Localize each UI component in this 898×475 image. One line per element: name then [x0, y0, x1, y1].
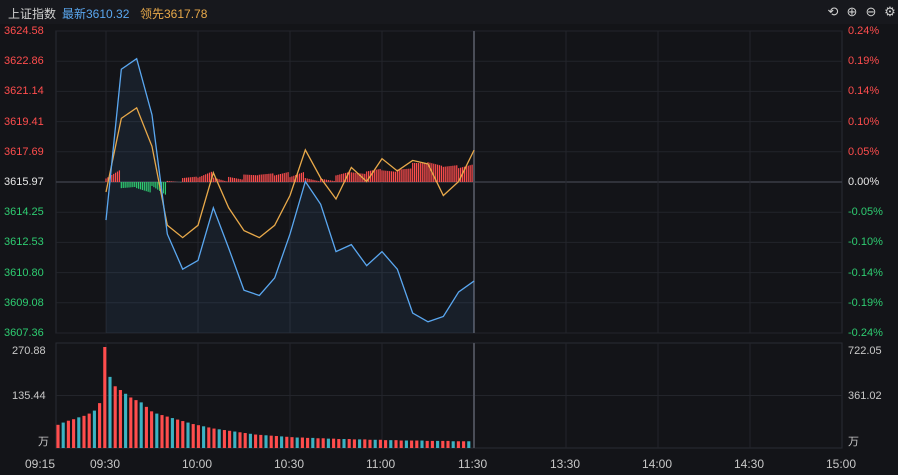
price-tick-label-right: 0.14%: [848, 85, 880, 98]
time-tick-label: 14:30: [734, 457, 765, 471]
time-tick-label: 09:30: [90, 457, 121, 471]
volume-tick-label-right: 722.05: [848, 345, 882, 357]
price-tick-label-left: 3619.41: [4, 115, 44, 128]
volume-tick-label-left: 万: [38, 436, 49, 448]
time-tick-label: 10:30: [274, 457, 305, 471]
volume-tick-label-left: 270.88: [12, 345, 46, 357]
price-tick-label-right: -0.14%: [848, 266, 883, 279]
price-tick-label-left: 3609.08: [4, 296, 44, 309]
time-tick-label: 15:00: [826, 457, 857, 471]
price-tick-label-right: -0.05%: [848, 206, 883, 219]
time-tick-label: 13:30: [550, 457, 581, 471]
price-tick-label-left: 3617.69: [4, 145, 44, 158]
time-tick-label: 09:15: [25, 457, 56, 471]
volume-tick-label-left: 135.44: [12, 389, 46, 402]
time-tick-label: 11:30: [458, 457, 488, 471]
time-tick-label: 10:00: [182, 457, 213, 471]
price-tick-label-left: 3607.36: [4, 327, 44, 339]
price-tick-label-left: 3614.25: [4, 206, 44, 219]
price-tick-label-right: -0.19%: [848, 296, 883, 309]
price-tick-label-right: 0.19%: [848, 55, 880, 68]
price-tick-label-left: 3621.14: [4, 85, 44, 98]
volume-tick-label-right: 361.02: [848, 389, 882, 402]
intraday-chart[interactable]: [0, 0, 898, 475]
price-tick-label-left: 3622.86: [4, 55, 44, 68]
time-tick-label: 11:00: [366, 457, 396, 471]
price-tick-label-right: -0.24%: [848, 327, 883, 339]
price-tick-label-right: 0.10%: [848, 115, 880, 128]
price-tick-label-right: 0.24%: [848, 25, 880, 37]
price-tick-label-right: 0.05%: [848, 145, 880, 158]
price-tick-label-left: 3615.97: [4, 176, 44, 188]
price-tick-label-left: 3612.53: [4, 236, 44, 249]
price-tick-label-right: -0.10%: [848, 236, 883, 249]
volume-tick-label-right: 万: [848, 436, 859, 448]
price-tick-label-right: 0.00%: [848, 176, 880, 188]
price-tick-label-left: 3610.80: [4, 266, 44, 279]
time-tick-label: 14:00: [642, 457, 673, 471]
price-tick-label-left: 3624.58: [4, 25, 44, 37]
